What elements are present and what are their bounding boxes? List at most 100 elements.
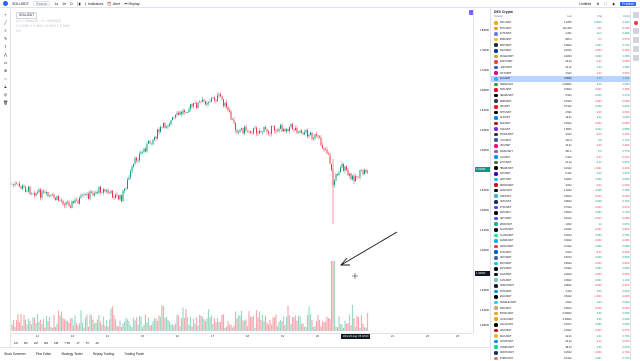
chart-type-icon[interactable]: ▯▮: [77, 2, 81, 6]
tab-trading-panel[interactable]: Trading Panel: [124, 352, 144, 356]
volume-bar: [191, 326, 193, 331]
coin-logo-icon: [494, 21, 498, 25]
candle-body: [86, 193, 88, 195]
layout-name-button[interactable]: Untitled: [579, 2, 591, 6]
trend-line-icon[interactable]: ╱: [2, 19, 9, 25]
annotation-arrow-line[interactable]: [340, 231, 398, 266]
alerts-icon[interactable]: [634, 21, 638, 25]
range-1d-button[interactable]: 1D: [14, 341, 18, 345]
range-6m-button[interactable]: 6M: [54, 341, 58, 345]
cross-cursor-icon[interactable]: +: [2, 11, 9, 17]
watchlist-symbol: STRKUSDT: [499, 356, 514, 360]
volume-bar: [348, 314, 351, 331]
eye-icon[interactable]: ◎: [2, 91, 9, 97]
calendar-icon[interactable]: [633, 37, 639, 43]
news-icon[interactable]: [633, 28, 639, 34]
volume-bar: [116, 325, 118, 331]
alert-button[interactable]: ⏰ Alert: [107, 2, 120, 6]
candle-body: [49, 195, 50, 197]
candle-body: [230, 111, 232, 120]
brush-icon[interactable]: ✎: [2, 35, 9, 41]
range-5d-button[interactable]: 5D: [24, 341, 28, 345]
volume-bar: [333, 261, 336, 331]
candle-body: [236, 129, 238, 133]
candle-body: [118, 195, 119, 200]
price-label: 1.40000: [479, 249, 489, 252]
chart-pane[interactable]: SOLUSDT SOL / TetherUS · 1h · BINANCE O …: [11, 9, 474, 333]
tab-replay-trading[interactable]: Replay Trading: [93, 352, 114, 356]
watchlist-symbol: KASUSDT: [499, 278, 512, 282]
tab-strategy-tester[interactable]: Strategy Tester: [61, 352, 82, 356]
interval-1s-button[interactable]: 1s: [54, 2, 58, 6]
watchlist-chgp: 0.77%: [622, 149, 630, 153]
tradingview-logo-icon[interactable]: [3, 1, 8, 6]
col-chg[interactable]: Chg: [572, 15, 602, 20]
volume-bar: [291, 317, 294, 331]
search-input[interactable]: Search: [32, 1, 51, 6]
volume-bar: [306, 315, 309, 331]
text-icon[interactable]: T: [2, 43, 9, 49]
range-all-button[interactable]: All: [96, 341, 99, 345]
magnet-icon[interactable]: ∩: [2, 75, 9, 81]
volume-bar: [86, 314, 88, 331]
candle-body: [68, 201, 70, 207]
col-symbol[interactable]: Symbol: [494, 15, 538, 20]
col-last[interactable]: Last: [538, 15, 572, 20]
zoom-icon[interactable]: ⊕: [2, 67, 9, 73]
range-ytd-button[interactable]: YTD: [64, 341, 70, 345]
symbol-search-button[interactable]: SOLUSDT: [12, 2, 29, 6]
trash-icon[interactable]: 🗑︎: [2, 99, 9, 105]
ruler-icon[interactable]: ▭: [2, 59, 9, 65]
lock-icon[interactable]: 🔒︎: [2, 83, 9, 89]
fullscreen-icon[interactable]: ⛶: [605, 2, 608, 6]
snapshot-camera-icon[interactable]: ◉: [612, 2, 615, 6]
watchlist-symbol: ADAUSDT: [499, 49, 512, 53]
tab-stock-screener[interactable]: Stock Screener: [4, 352, 26, 356]
watchlist-chg: -0.01: [595, 250, 602, 254]
volume-bar: [78, 323, 81, 331]
interval-1h-button[interactable]: 1h: [62, 2, 66, 6]
watchlist-chg: -0.001: [594, 217, 602, 221]
volume-bar: [102, 316, 105, 331]
replay-button[interactable]: ⏮ Replay: [124, 2, 139, 6]
volume-bar: [300, 324, 303, 331]
watchlist-row[interactable]: STRKUSDT 0.1312 0.001 0.77%: [491, 356, 630, 361]
indicators-button[interactable]: ƒ Indicators: [85, 2, 104, 6]
candle-body: [226, 102, 227, 108]
pattern-icon[interactable]: ⋀: [2, 51, 9, 57]
volume-bar: [128, 321, 130, 331]
candle-body: [346, 166, 347, 170]
candle-body: [254, 127, 256, 129]
col-chgp[interactable]: Chg%: [602, 15, 630, 20]
time-label: 21: [391, 335, 394, 338]
watchlist-symbol: FETUSDT: [499, 200, 512, 204]
candle-body: [343, 164, 344, 171]
candle-body: [64, 204, 65, 206]
watchlist-symbol: XRPUSDT: [499, 43, 512, 47]
watchlist-chgp: 0.67%: [622, 345, 630, 349]
settings-gear-icon[interactable]: ⚙: [596, 2, 599, 6]
watchlist-last: 0.8721: [563, 49, 572, 53]
range-5y-button[interactable]: 5Y: [86, 341, 90, 345]
ideas-icon[interactable]: [633, 55, 639, 61]
watchlist-chg: 0.000: [595, 323, 602, 327]
publish-button[interactable]: Publish: [620, 2, 636, 6]
right-sidebar: [630, 9, 640, 360]
tab-pine-editor[interactable]: Pine Editor: [36, 352, 52, 356]
fib-icon[interactable]: ≡: [2, 27, 9, 33]
range-1y-button[interactable]: 1Y: [76, 341, 80, 345]
watchlist-symbol: FLOKIUSDT: [499, 317, 514, 321]
range-3m-button[interactable]: 3M: [44, 341, 48, 345]
watchlist-last: 3.312: [565, 289, 572, 293]
volume-bar: [242, 320, 244, 331]
volume-bar: [56, 323, 58, 331]
price-chart-canvas[interactable]: [11, 9, 473, 333]
chat-icon[interactable]: [633, 46, 639, 52]
watchlist-icon[interactable]: [633, 12, 639, 18]
interval-d-button[interactable]: D: [70, 2, 73, 6]
volume-bar: [281, 321, 283, 331]
candle-body: [161, 127, 163, 128]
price-axis[interactable]: 1.80000 1.76000 1.72000 1.68000 1.64000 …: [473, 9, 490, 333]
range-1m-button[interactable]: 1M: [34, 341, 38, 345]
volume-bar: [126, 319, 129, 331]
